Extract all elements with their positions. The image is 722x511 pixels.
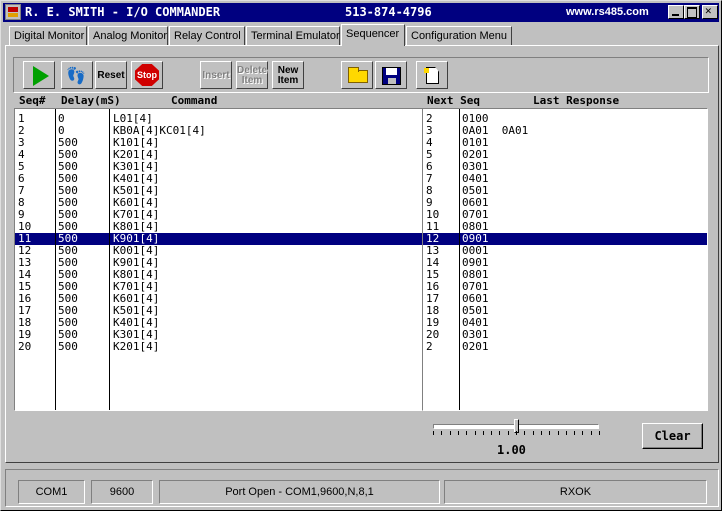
new-file-button[interactable] xyxy=(416,61,448,89)
new-label-1: New xyxy=(277,65,299,76)
clear-button[interactable]: Clear xyxy=(642,423,703,449)
tab-relay-control[interactable]: Relay Control xyxy=(169,26,245,45)
new-label-2: Item xyxy=(277,75,299,86)
column-divider xyxy=(109,109,110,410)
slider-tick xyxy=(557,431,559,435)
status-rx: RXOK xyxy=(444,480,707,504)
status-message: Port Open - COM1,9600,N,8,1 xyxy=(159,480,440,504)
sparkle-icon xyxy=(424,68,429,73)
tab-digital-monitor[interactable]: Digital Monitor xyxy=(9,26,87,45)
header-last-response: Last Response xyxy=(533,94,620,107)
run-button[interactable] xyxy=(23,61,55,89)
table-row[interactable]: 20 500 K201[4] xyxy=(15,341,424,353)
step-button[interactable]: 👣 xyxy=(61,61,93,89)
slider-tick xyxy=(582,431,584,435)
play-icon xyxy=(33,66,49,86)
reset-button[interactable]: Reset xyxy=(95,61,127,89)
cell-command: K201[4] xyxy=(113,340,160,353)
speed-value: 1.00 xyxy=(497,443,526,457)
floppy-disk-icon xyxy=(382,67,401,85)
slider-tick xyxy=(540,431,542,435)
main-window: R. E. SMITH - I/O COMMANDER 513-874-4796… xyxy=(0,0,722,511)
toolbar: 👣 Reset Stop Insert Delete Item New Item xyxy=(13,57,709,93)
header-seq: Seq# xyxy=(19,94,46,107)
slider-tick xyxy=(499,431,501,435)
close-icon[interactable] xyxy=(702,4,718,19)
slider-tick xyxy=(599,431,600,435)
stop-button[interactable]: Stop xyxy=(131,61,163,89)
website-label: www.rs485.com xyxy=(566,6,649,18)
slider-tick xyxy=(590,431,592,435)
slider-tick xyxy=(474,431,476,435)
slider-tick xyxy=(549,431,551,435)
delete-label-1: Delete xyxy=(237,65,268,76)
slider-tick xyxy=(457,431,459,435)
new-item-button[interactable]: New Item xyxy=(272,61,304,89)
folder-open-icon xyxy=(348,67,368,83)
slider-tick xyxy=(565,431,567,435)
tab-terminal-emulator[interactable]: Terminal Emulator xyxy=(246,26,340,45)
slider-tick xyxy=(449,431,451,435)
header-next-seq: Next Seq xyxy=(427,94,480,107)
slider-tick xyxy=(491,431,493,435)
open-file-button[interactable] xyxy=(341,61,373,89)
response-list[interactable]: 2 0100 3 0A01 0A01 4 0101 5 0201 6 0301 7 0401 8 0501… xyxy=(422,108,708,411)
reset-label: Reset xyxy=(97,70,125,81)
slider-tick xyxy=(507,431,509,435)
minimize-icon[interactable] xyxy=(668,5,684,19)
footsteps-icon: 👣 xyxy=(66,68,86,85)
title-bar[interactable]: R. E. SMITH - I/O COMMANDER 513-874-4796… xyxy=(3,3,719,22)
status-baud: 9600 xyxy=(91,480,153,504)
tab-sequencer[interactable]: Sequencer xyxy=(341,24,405,46)
slider-ticks xyxy=(433,431,601,437)
column-divider xyxy=(55,109,56,410)
slider-tick xyxy=(482,431,484,435)
stop-sign-icon: Stop xyxy=(135,64,159,86)
save-file-button[interactable] xyxy=(375,61,407,89)
delete-label-2: Item xyxy=(241,75,263,86)
table-row[interactable]: 2 0201 xyxy=(423,341,707,353)
insert-label: Insert xyxy=(202,70,230,81)
cell-next: 2 xyxy=(426,340,433,353)
sequence-list[interactable]: 1 0 L01[4] 2 0 KB0A[4]KC01[4] 3 500 K101[4] 4 500 K… xyxy=(14,108,425,411)
slider-tick xyxy=(466,431,468,435)
window-title: R. E. SMITH - I/O COMMANDER xyxy=(25,5,221,19)
slider-tick xyxy=(441,431,443,435)
slider-tick xyxy=(433,431,434,435)
cell-delay: 500 xyxy=(58,340,78,353)
header-command: Command xyxy=(171,94,218,107)
phone-number: 513-874-4796 xyxy=(345,5,432,19)
tab-configuration-menu[interactable]: Configuration Menu xyxy=(406,26,512,45)
tab-analog-monitor[interactable]: Analog Monitor xyxy=(88,26,168,45)
slider-tick xyxy=(532,431,534,435)
table-row[interactable]: 1 0 L01[4] xyxy=(15,113,424,125)
insert-button[interactable]: Insert xyxy=(200,61,232,89)
cell-seq: 20 xyxy=(18,340,32,353)
column-divider xyxy=(459,109,460,410)
status-port: COM1 xyxy=(18,480,85,504)
header-delay: Delay(mS) xyxy=(61,94,121,107)
maximize-icon[interactable] xyxy=(684,5,700,19)
delete-item-button[interactable]: Delete Item xyxy=(236,61,268,89)
app-icon[interactable] xyxy=(5,4,21,20)
slider-tick xyxy=(524,431,526,435)
slider-tick xyxy=(516,431,517,435)
slider-tick xyxy=(574,431,576,435)
cell-response: 0201 xyxy=(462,340,489,353)
